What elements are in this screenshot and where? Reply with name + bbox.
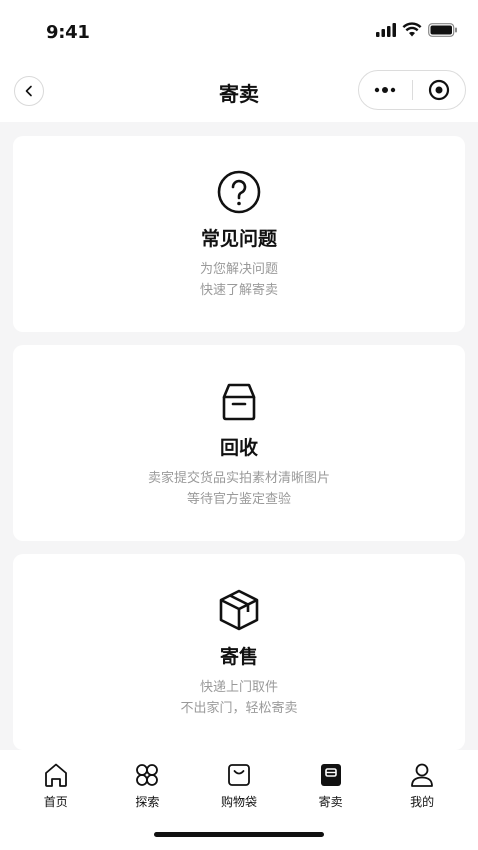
home-indicator	[154, 832, 324, 837]
question-circle-icon	[217, 170, 261, 214]
nav-bar: 寄卖	[0, 64, 478, 122]
status-icons	[376, 22, 458, 37]
profile-icon	[411, 763, 434, 787]
box-open-icon	[222, 383, 256, 421]
home-icon	[44, 763, 67, 787]
consign-icon	[320, 764, 341, 786]
card-desc-line: 等待官方鉴定查验	[186, 492, 291, 507]
card-title: 回收	[219, 437, 258, 459]
shopping-bag-icon	[228, 764, 250, 786]
tab-label: 购物袋	[220, 795, 257, 809]
card-consign[interactable]: 寄售 快递上门取件 不出家门，轻松寄卖	[13, 554, 465, 750]
tab-label: 寄卖	[318, 795, 343, 809]
close-miniprogram-button[interactable]	[413, 71, 466, 109]
card-title: 常见问题	[200, 228, 277, 250]
capsule-menu	[358, 70, 466, 110]
card-title: 寄售	[219, 646, 258, 668]
tab-profile[interactable]: 我的	[387, 760, 457, 810]
more-dots-icon	[375, 87, 396, 93]
status-time: 9:41	[46, 22, 90, 43]
card-desc: 快递上门取件 不出家门，轻松寄卖	[13, 677, 465, 719]
signal-icon	[376, 22, 396, 37]
card-recycle[interactable]: 回收 卖家提交货品实拍素材清晰图片 等待官方鉴定查验	[13, 345, 465, 541]
wifi-icon	[402, 22, 422, 37]
tab-explore[interactable]: 探索	[112, 760, 182, 810]
card-desc: 卖家提交货品实拍素材清晰图片 等待官方鉴定查验	[13, 468, 465, 510]
tab-label: 探索	[135, 795, 160, 809]
card-list: 常见问题 为您解决问题 快速了解寄卖 回收 卖家提交货品实拍素材清晰图片 等待官…	[13, 136, 465, 763]
explore-icon	[136, 764, 159, 786]
tabs: 首页 探索 购物袋 寄卖 我的	[0, 750, 478, 810]
screen: 9:41 寄卖 常见问题 为您解决问题 快速了解寄卖 回收 卖家提交货品实拍素材…	[0, 0, 478, 850]
card-desc-line: 不出家门，轻松寄卖	[180, 701, 298, 716]
battery-icon	[428, 22, 457, 37]
card-desc: 为您解决问题 快速了解寄卖	[13, 259, 465, 301]
tab-consign[interactable]: 寄卖	[296, 760, 366, 810]
card-desc-line: 卖家提交货品实拍素材清晰图片	[147, 471, 330, 486]
package-cube-icon	[219, 589, 259, 631]
tab-shopping-bag[interactable]: 购物袋	[204, 760, 274, 810]
card-faq[interactable]: 常见问题 为您解决问题 快速了解寄卖	[13, 136, 465, 332]
more-button[interactable]	[359, 71, 412, 109]
target-icon	[428, 79, 449, 101]
card-desc-line: 为您解决问题	[199, 262, 278, 277]
card-desc-line: 快速了解寄卖	[199, 283, 278, 298]
status-bar: 9:41	[0, 0, 478, 64]
tab-label: 我的	[410, 795, 435, 809]
card-desc-line: 快递上门取件	[199, 680, 278, 695]
tab-label: 首页	[43, 795, 68, 809]
tab-home[interactable]: 首页	[21, 760, 91, 810]
